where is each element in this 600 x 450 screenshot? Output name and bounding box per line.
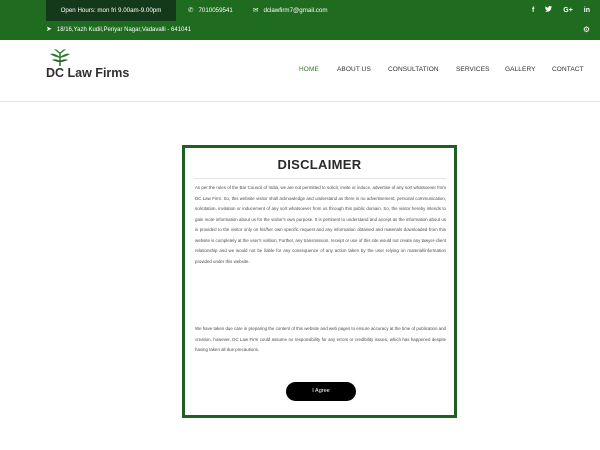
- email-contact[interactable]: ✉ dclawfirm7@gmail.com: [253, 0, 328, 21]
- google-plus-icon[interactable]: G+: [563, 7, 573, 14]
- gear-icon[interactable]: ⚙: [583, 21, 590, 39]
- nav-services[interactable]: SERVICES: [456, 66, 490, 73]
- logo-text[interactable]: DC Law Firms: [46, 66, 129, 80]
- nav-consultation[interactable]: CONSULTATION: [388, 66, 439, 73]
- modal-title: DISCLAIMER: [277, 157, 362, 172]
- address: ➤ 18/16,Yazh Kudil,Periyar Nagar,Vadavall…: [46, 21, 191, 39]
- nav-about-us[interactable]: ABOUT US: [337, 66, 371, 73]
- phone-contact[interactable]: ✆ 7010059541: [188, 0, 233, 21]
- open-hours: Open Hours: mon fri 9.00am-9.00pm: [46, 0, 176, 21]
- address-text: 18/16,Yazh Kudil,Periyar Nagar,Vadavalli…: [56, 27, 192, 33]
- email-address[interactable]: dclawfirm7@gmail.com: [263, 7, 327, 14]
- social-links: f G+ in: [523, 0, 590, 21]
- logo-icon: [50, 49, 70, 67]
- top-bar: Open Hours: mon fri 9.00am-9.00pm ✆ 70100…: [0, 0, 600, 40]
- disclaimer-paragraph-1: As per the rules of the Bar Council of I…: [195, 185, 446, 264]
- nav-home[interactable]: HOME: [299, 66, 319, 73]
- facebook-icon[interactable]: f: [532, 7, 534, 14]
- linkedin-icon[interactable]: in: [584, 7, 590, 14]
- location-arrow-icon: ➤: [46, 26, 52, 33]
- phone-number[interactable]: 7010059541: [198, 7, 232, 14]
- phone-icon: ✆: [188, 7, 194, 14]
- disclaimer-paragraph-2: We have taken due care in preparing the …: [195, 326, 446, 353]
- nav-contact[interactable]: CONTACT: [552, 66, 584, 73]
- twitter-icon[interactable]: [545, 6, 554, 14]
- disclaimer-modal: DISCLAIMER As per the rules of the Bar C…: [182, 145, 457, 418]
- title-divider: [193, 178, 446, 179]
- email-icon: ✉: [253, 7, 259, 14]
- agree-button[interactable]: I Agree: [286, 382, 356, 401]
- nav-gallery[interactable]: GALLERY: [505, 66, 536, 73]
- site-header: DC Law Firms HOME ABOUT US CONSULTATION …: [0, 40, 600, 102]
